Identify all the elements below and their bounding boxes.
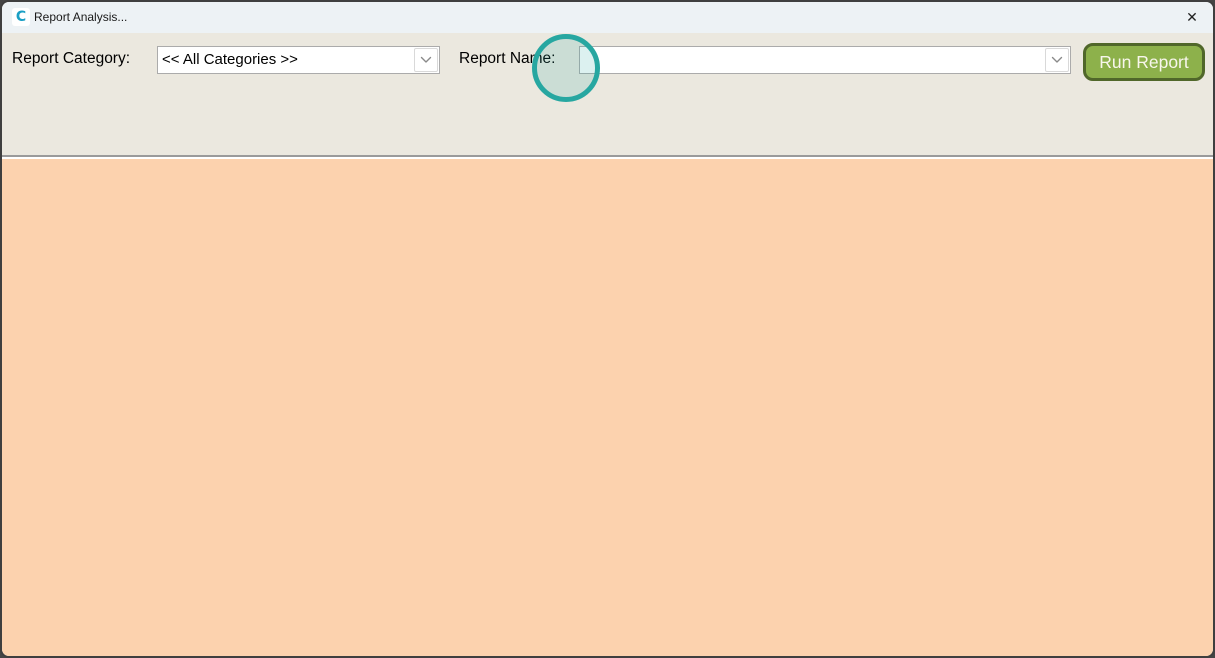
report-name-dropdown[interactable] xyxy=(579,46,1071,74)
report-analysis-window: C Report Analysis... ✕ Report Category: … xyxy=(0,0,1215,658)
app-logo-icon: C xyxy=(12,8,30,26)
report-category-value: << All Categories >> xyxy=(162,51,298,68)
window-title: Report Analysis... xyxy=(34,10,128,24)
titlebar: C Report Analysis... ✕ xyxy=(2,2,1213,33)
report-name-label: Report Name: xyxy=(459,50,556,67)
close-icon[interactable]: ✕ xyxy=(1175,2,1209,32)
run-report-button[interactable]: Run Report xyxy=(1083,43,1205,81)
toolbar: Report Category: << All Categories >> Re… xyxy=(2,33,1213,155)
report-category-label: Report Category: xyxy=(12,50,131,67)
chevron-down-icon[interactable] xyxy=(414,48,438,72)
report-content-area xyxy=(2,159,1213,656)
report-name-value xyxy=(580,47,1044,73)
report-category-dropdown[interactable]: << All Categories >> xyxy=(157,46,440,74)
chevron-down-icon[interactable] xyxy=(1045,48,1069,72)
